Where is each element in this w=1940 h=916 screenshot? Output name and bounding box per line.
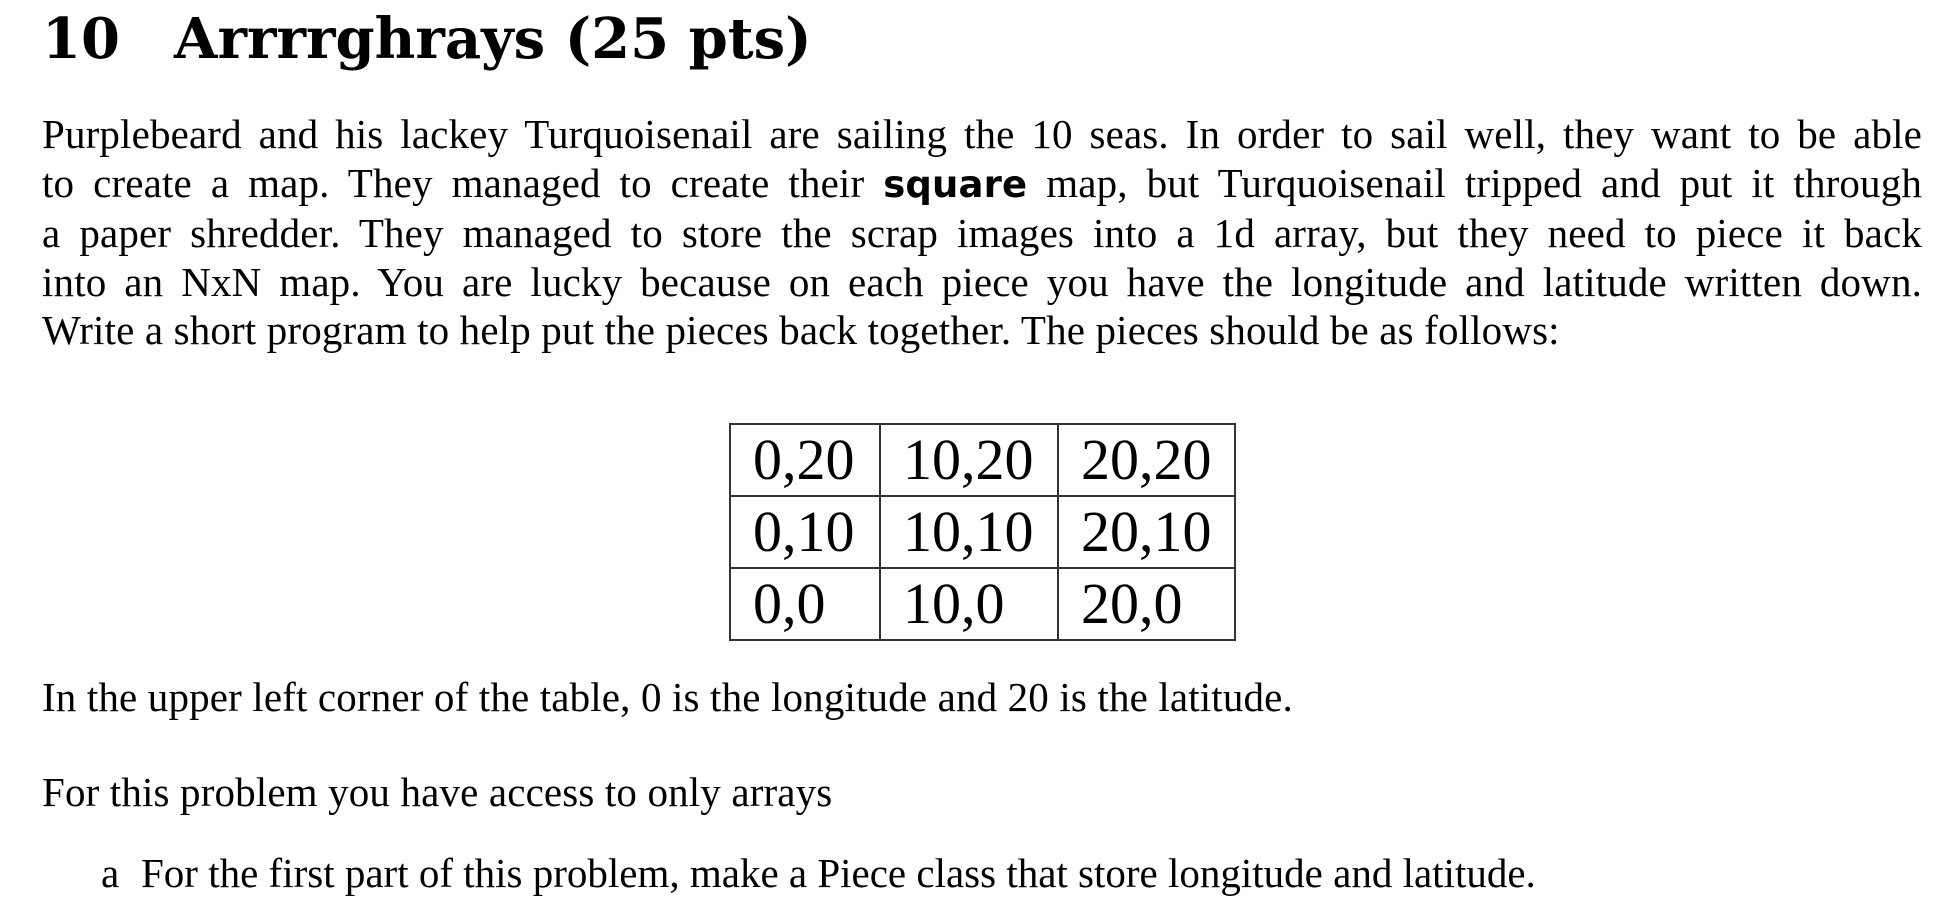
intro-text: to create a map. They managed to create …: [42, 159, 884, 206]
pieces-table: 0,20 10,20 20,20 0,10 10,10 20,10 0,0 10…: [729, 423, 1236, 641]
table-cell: 10,10: [879, 495, 1059, 569]
table-cell: 0,20: [729, 423, 881, 497]
table-row: 0,20 10,20 20,20: [729, 423, 1236, 497]
table-cell: 0,0: [729, 567, 881, 641]
bold-word: square: [883, 162, 1028, 206]
table-cell: 20,0: [1057, 567, 1236, 641]
intro-line: to create a map. They managed to create …: [42, 159, 1922, 210]
table-cell: 0,10: [729, 495, 881, 569]
section-number: 10: [42, 6, 120, 72]
list-item: a For the first part of this problem, mak…: [101, 849, 1536, 898]
intro-line: a paper shredder. They managed to store …: [42, 210, 1922, 256]
table-cell: 10,20: [879, 423, 1059, 497]
section-title: Arrrrghrays (25 pts): [174, 6, 812, 72]
intro-line: Write a short program to help put the pi…: [42, 307, 1560, 353]
table-cell: 20,20: [1057, 423, 1236, 497]
item-marker: a: [101, 850, 120, 896]
item-text: For the first part of this problem, make…: [141, 850, 1536, 896]
arrays-note: For this problem you have access to only…: [42, 769, 833, 815]
table-row: 0,0 10,0 20,0: [729, 567, 1236, 641]
intro-text: map, but Turquoisenail tripped and put i…: [1027, 159, 1922, 206]
intro-line: into an NxN map. You are lucky because o…: [42, 258, 1922, 305]
intro-paragraph: Purplebeard and his lackey Turquoisenail…: [42, 110, 1922, 355]
corner-note: In the upper left corner of the table, 0…: [42, 674, 1293, 720]
section-heading: 10 Arrrrghrays (25 pts): [42, 4, 812, 74]
table-cell: 10,0: [879, 567, 1059, 641]
table-cell: 20,10: [1057, 495, 1236, 569]
table-row: 0,10 10,10 20,10: [729, 495, 1236, 569]
intro-line: Purplebeard and his lackey Turquoisenail…: [42, 111, 1922, 157]
